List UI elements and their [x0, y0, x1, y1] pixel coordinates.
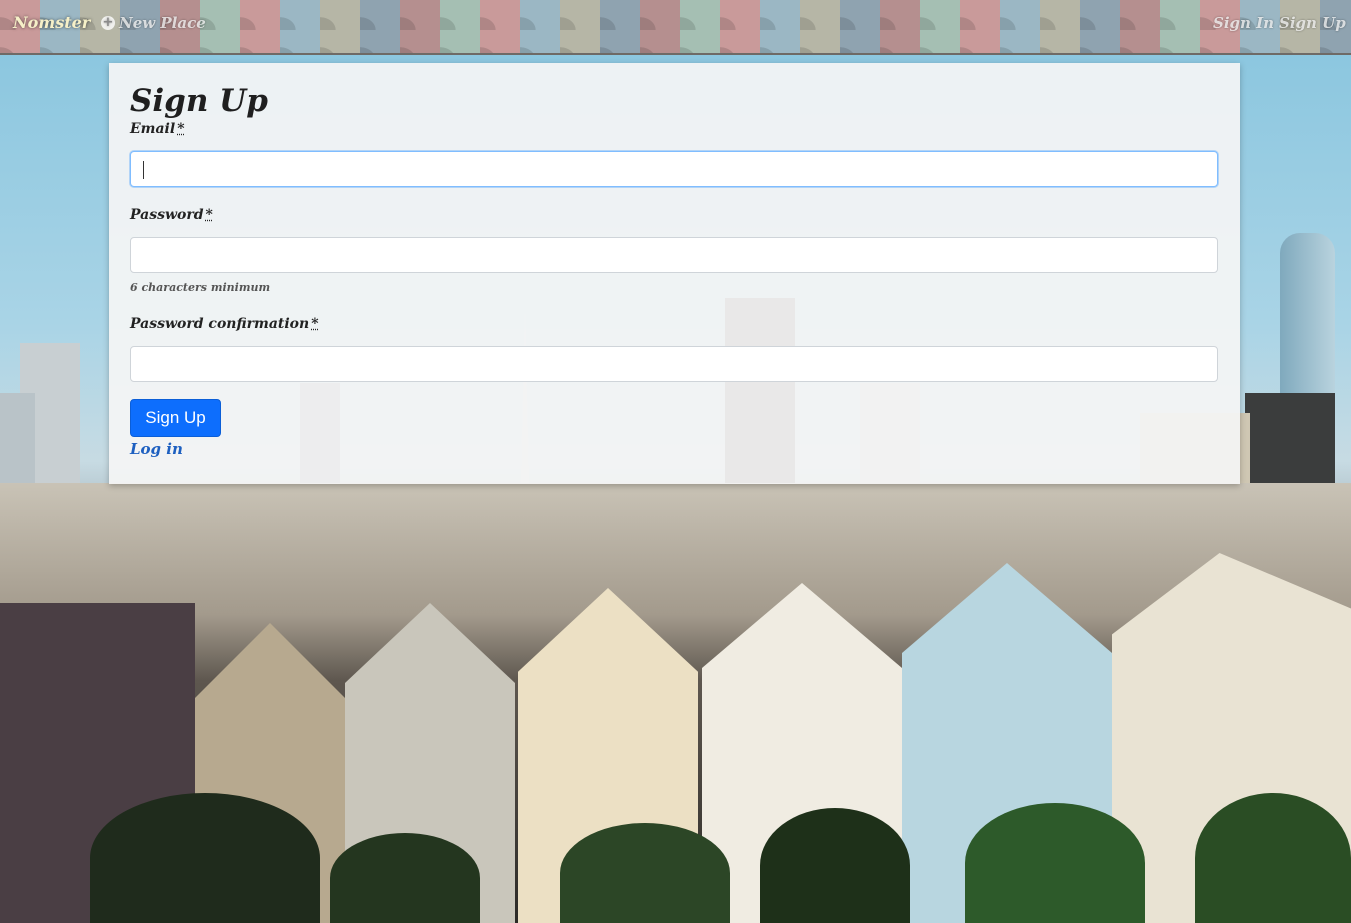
password-confirmation-field[interactable] [130, 346, 1218, 382]
sign-in-link[interactable]: Sign In [1213, 14, 1274, 32]
sign-up-button[interactable]: Sign Up [130, 399, 221, 437]
page-title: Sign Up [130, 83, 268, 119]
log-in-link[interactable]: Log in [130, 440, 183, 458]
brand-logo-link[interactable]: Nomster [13, 13, 90, 32]
required-marker: * [205, 207, 213, 223]
new-place-link[interactable]: + New Place [101, 14, 206, 32]
required-marker: * [311, 316, 319, 332]
password-field[interactable] [130, 237, 1218, 273]
password-hint: 6 characters minimum [130, 281, 271, 294]
sign-up-panel: Sign Up Email * Password * 6 characters mi… [109, 63, 1240, 484]
plus-circle-icon: + [101, 15, 115, 30]
password-label: Password * [130, 207, 213, 223]
navbar: Nomster + New Place Sign In Sign Up [0, 0, 1351, 55]
password-confirmation-label: Password confirmation * [130, 316, 319, 332]
email-field[interactable] [130, 151, 1218, 187]
required-marker: * [177, 121, 185, 137]
sign-up-link[interactable]: Sign Up [1279, 14, 1346, 32]
email-label: Email * [130, 121, 185, 137]
text-caret [143, 161, 144, 179]
new-place-label: New Place [119, 14, 206, 32]
